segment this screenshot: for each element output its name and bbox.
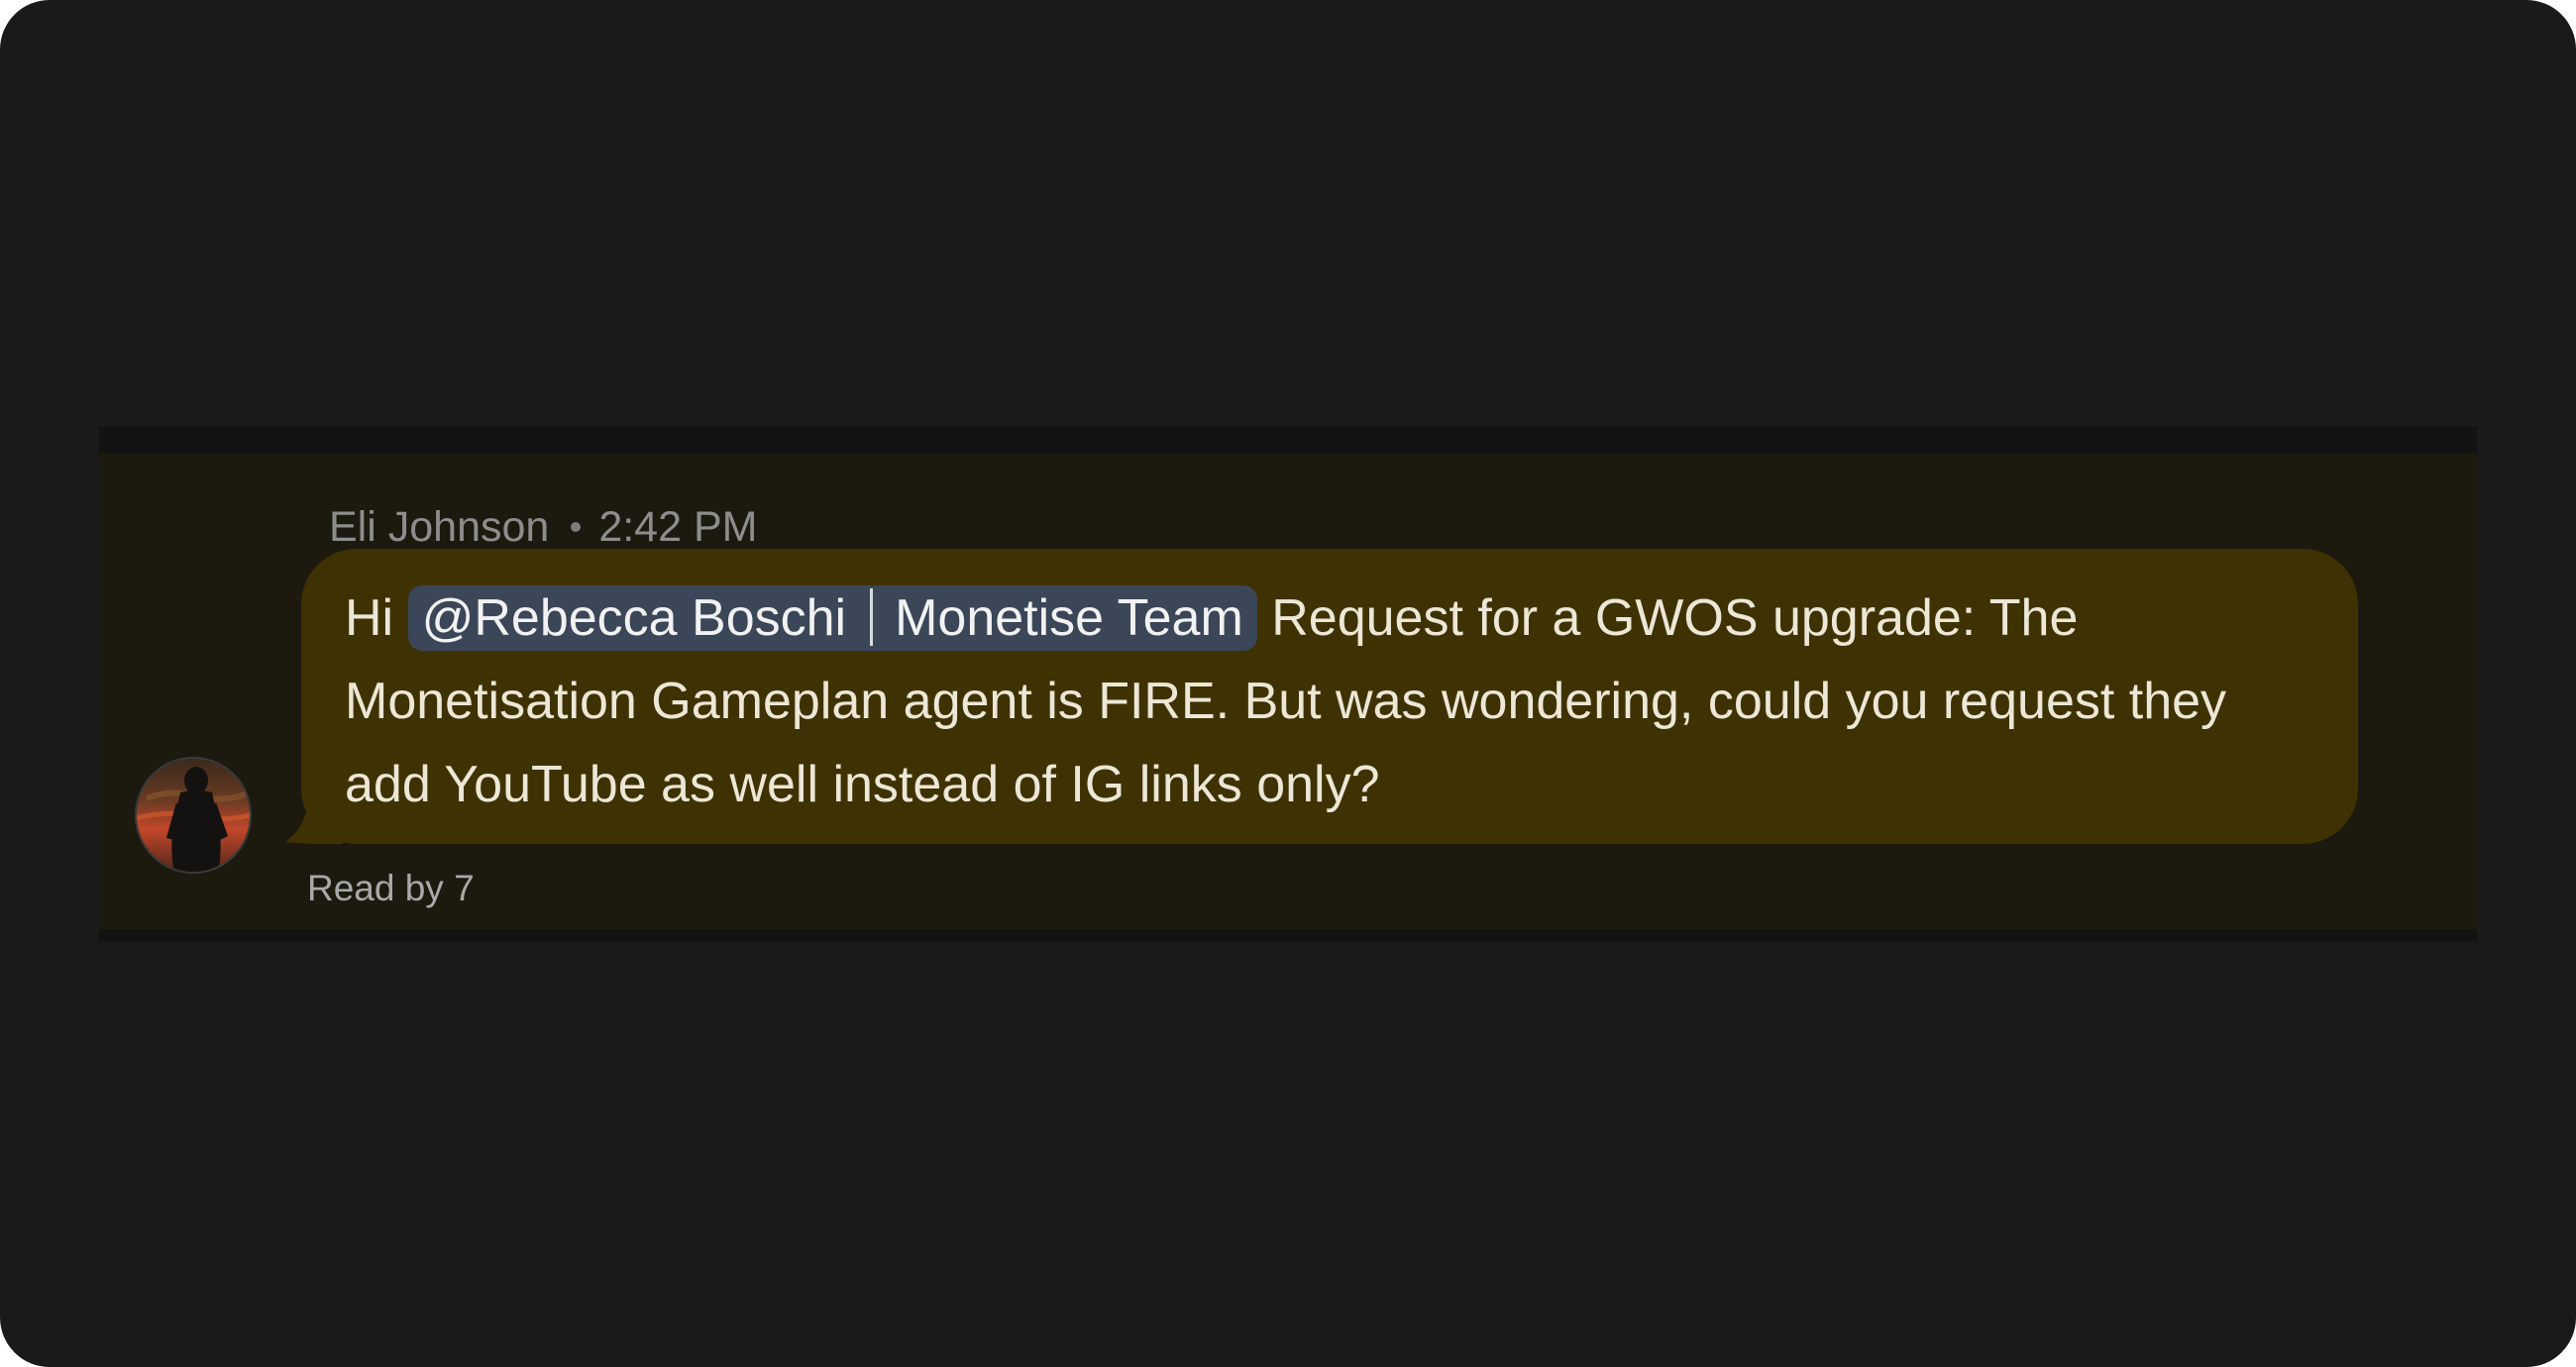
- read-receipt[interactable]: Read by 7: [307, 868, 475, 909]
- sender-name[interactable]: Eli Johnson: [329, 503, 549, 551]
- app-window: Eli Johnson 2:42 PM Hi @Rebecca Boschi M…: [0, 0, 2576, 1367]
- mention-team: Monetise Team: [895, 589, 1243, 647]
- bullet-separator-icon: [571, 521, 582, 532]
- person-silhouette-sunset-avatar-icon: [137, 759, 250, 872]
- message-meta: Eli Johnson 2:42 PM: [329, 503, 757, 552]
- mention-chip[interactable]: @Rebecca Boschi Monetise Team: [407, 585, 1257, 651]
- message-greeting: Hi: [345, 589, 394, 647]
- message-bubble[interactable]: Hi @Rebecca Boschi Monetise Team Request …: [301, 549, 2358, 844]
- mention-divider: [870, 588, 874, 647]
- message-row[interactable]: Eli Johnson 2:42 PM Hi @Rebecca Boschi M…: [99, 426, 2477, 941]
- message-timestamp[interactable]: 2:42 PM: [598, 503, 757, 551]
- mention-name: @Rebecca Boschi: [421, 589, 847, 647]
- avatar[interactable]: [135, 757, 252, 874]
